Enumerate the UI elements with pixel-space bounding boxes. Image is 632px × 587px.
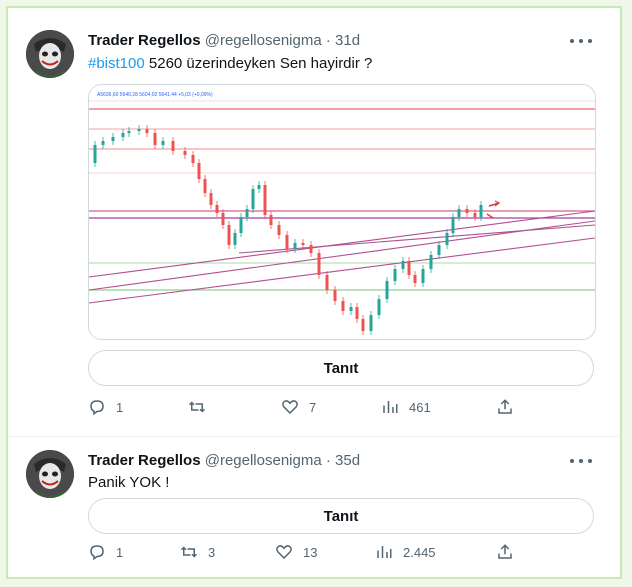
chart-image[interactable]: A5636,60 5640,28 5604,02 5641,44 +5,03 (…: [88, 84, 596, 340]
views-bar-chart-icon: [377, 546, 392, 558]
share-button[interactable]: [496, 398, 514, 416]
timeline-frame: Trader Regellos @regellosenigma · 31d #b…: [6, 6, 622, 579]
price-chart: A5636,60 5640,28 5604,02 5641,44 +5,03 (…: [89, 85, 595, 339]
views-button[interactable]: 2.445: [375, 543, 436, 561]
separator-dot: ·: [325, 32, 331, 49]
user-handle[interactable]: @regellosenigma: [205, 452, 322, 469]
promote-button[interactable]: Tanıt: [88, 498, 594, 534]
share-icon: [498, 399, 512, 414]
view-count: 461: [409, 399, 431, 415]
retweet-button[interactable]: [188, 398, 216, 416]
retweet-button[interactable]: 3: [180, 543, 215, 561]
tweet-text: #bist100 5260 üzerindeyken Sen hayirdir …: [88, 55, 372, 72]
tweet-actions: 1 3 13 2.445: [88, 543, 594, 565]
timestamp[interactable]: 31d: [335, 32, 360, 49]
tweet[interactable]: Trader Regellos @regellosenigma · 35d Pa…: [8, 436, 620, 577]
separator-dot: ·: [325, 452, 331, 469]
share-icon: [498, 544, 512, 559]
reply-count: 1: [116, 544, 124, 560]
reply-button[interactable]: 1: [88, 543, 123, 561]
views-button[interactable]: 461: [381, 398, 431, 416]
more-dots-icon[interactable]: [570, 34, 592, 48]
like-count: 13: [303, 544, 318, 560]
avatar[interactable]: [26, 30, 74, 78]
heart-icon: [282, 400, 298, 415]
tweet-text: Panik YOK !: [88, 474, 170, 491]
share-button[interactable]: [496, 543, 514, 561]
view-count: 2.445: [403, 544, 436, 560]
like-count: 7: [309, 399, 317, 415]
retweet-count: 3: [208, 544, 216, 560]
display-name[interactable]: Trader Regellos: [88, 32, 201, 49]
timestamp[interactable]: 35d: [335, 452, 360, 469]
tweet-header: Trader Regellos @regellosenigma · 31d: [88, 32, 360, 49]
reply-count: 1: [116, 399, 124, 415]
heart-icon: [276, 545, 292, 560]
retweet-icon: [188, 401, 206, 413]
tweet[interactable]: Trader Regellos @regellosenigma · 31d #b…: [8, 8, 620, 437]
chart-header-text: A5636,60 5640,28 5604,02 5641,44 +5,03 (…: [97, 92, 213, 98]
promote-button[interactable]: Tanıt: [88, 350, 594, 386]
reply-button[interactable]: 1: [88, 398, 123, 416]
reply-icon: [90, 545, 104, 561]
display-name[interactable]: Trader Regellos: [88, 452, 201, 469]
more-dots-icon[interactable]: [570, 454, 592, 468]
tweet-header: Trader Regellos @regellosenigma · 35d: [88, 452, 360, 469]
reply-icon: [90, 400, 104, 416]
retweet-icon: [180, 546, 198, 558]
tweet-actions: 1 7 461: [88, 398, 594, 420]
like-button[interactable]: 13: [275, 543, 317, 561]
user-handle[interactable]: @regellosenigma: [205, 32, 322, 49]
like-button[interactable]: 7: [281, 398, 316, 416]
avatar[interactable]: [26, 450, 74, 498]
hashtag-link[interactable]: #bist100: [88, 55, 145, 72]
tweet-body: 5260 üzerindeyken Sen hayirdir ?: [144, 55, 373, 72]
views-bar-chart-icon: [383, 401, 398, 413]
